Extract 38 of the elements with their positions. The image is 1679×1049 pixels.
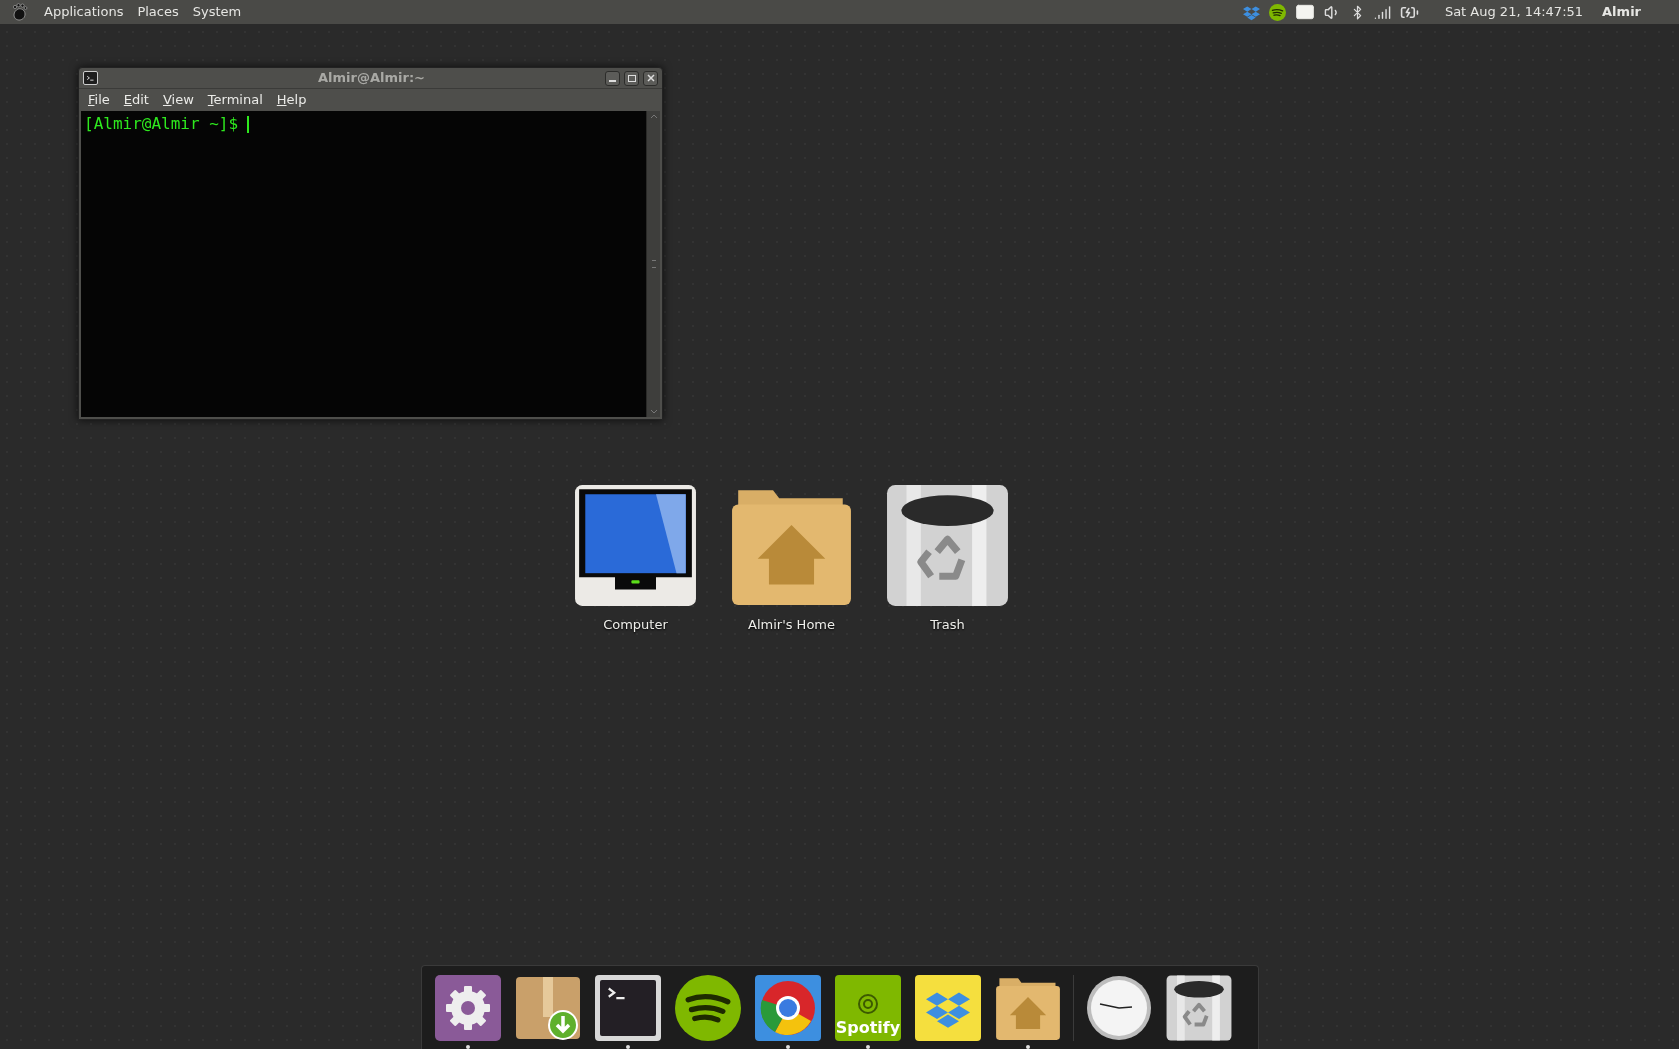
scrollbar-grip[interactable] — [651, 260, 656, 268]
minimize-button[interactable] — [605, 70, 620, 86]
window-title: Almir@Almir:~ — [317, 69, 426, 88]
desktop-icon-label[interactable]: Computer — [603, 615, 668, 635]
desktop-icon-label[interactable]: Trash — [930, 615, 965, 635]
close-icon — [646, 74, 655, 82]
menu-item[interactable]: Help — [276, 90, 307, 110]
menu-item[interactable]: Terminal — [207, 90, 263, 110]
terminal-app-icon[interactable] — [83, 71, 98, 85]
desktop-icon-label[interactable]: Almir's Home — [748, 615, 835, 635]
user-name[interactable]: Almir — [1602, 2, 1641, 22]
trash-can-icon[interactable] — [886, 484, 1009, 607]
scrollbar[interactable] — [646, 111, 660, 417]
app-tile[interactable] — [915, 974, 981, 1041]
menu-item[interactable]: Edit — [123, 90, 149, 110]
gear-icon[interactable] — [435, 974, 501, 1041]
maximize-button[interactable] — [624, 70, 639, 86]
monitor-icon[interactable] — [574, 484, 697, 607]
text-cursor — [247, 116, 250, 133]
terminal-area[interactable]: [Almir@Almir ~]$ — [81, 111, 646, 417]
prompt-glyph-icon — [85, 73, 96, 83]
browser-icon[interactable] — [755, 974, 821, 1041]
menu-item[interactable]: File — [88, 90, 110, 110]
foot-icon[interactable] — [12, 3, 28, 21]
shell-prompt: [Almir@Almir ~]$ — [84, 113, 239, 135]
clock[interactable]: Sat Aug 21, 14:47:51 — [1444, 2, 1584, 22]
clock-icon[interactable] — [1086, 974, 1152, 1041]
signal-icon[interactable] — [1373, 3, 1391, 21]
menu-item[interactable]: View — [162, 90, 194, 110]
app-tile-label: Spotify — [835, 1018, 901, 1037]
panel-menu[interactable]: Places — [137, 2, 179, 22]
terminal-icon[interactable] — [595, 974, 661, 1041]
close-button[interactable] — [643, 70, 658, 86]
package-download-icon[interactable] — [515, 974, 581, 1041]
panel-menu[interactable]: Applications — [44, 2, 124, 22]
panel-menu[interactable]: System — [192, 2, 242, 22]
trash-can-icon[interactable] — [1166, 974, 1232, 1041]
sound-waves-tray-icon[interactable] — [1268, 3, 1286, 21]
